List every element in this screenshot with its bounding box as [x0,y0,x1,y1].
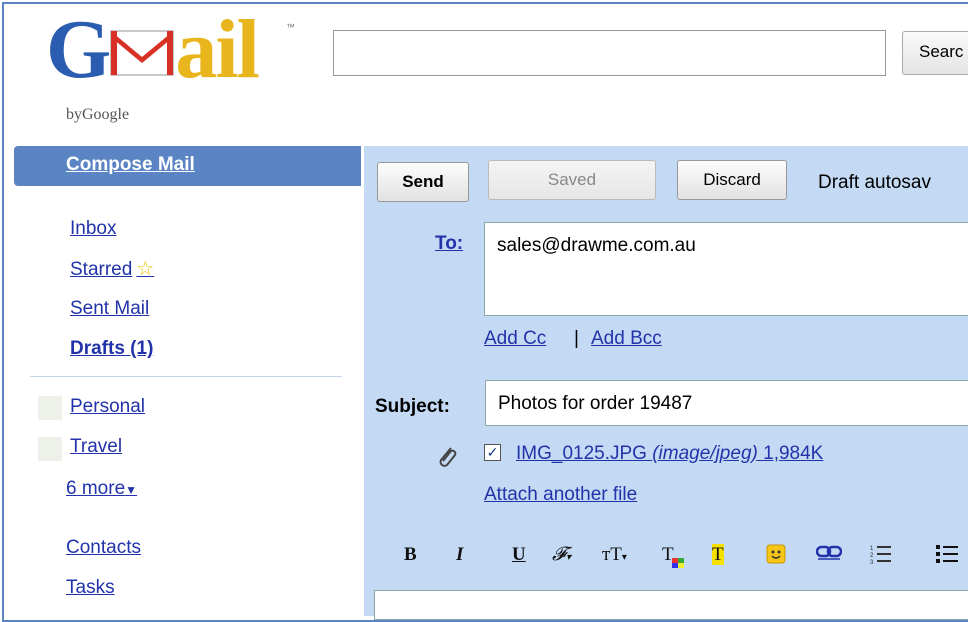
add-cc-link[interactable]: Add Cc [484,328,546,350]
font-button[interactable]: 𝓕▾ [552,544,571,566]
envelope-m-icon [109,8,175,76]
sidebar-item-inbox[interactable]: Inbox [70,218,116,240]
attachment-size: 1,984K [763,443,824,464]
link-button[interactable] [815,544,843,566]
text-size-icon: тT [602,544,622,565]
underline-button[interactable]: U [512,544,526,566]
search-input[interactable] [333,30,886,76]
numbered-list-button[interactable]: 1 2 3 [870,544,892,570]
subject-field[interactable]: Photos for order 19487 [485,380,968,426]
subject-field-value: Photos for order 19487 [498,393,693,414]
to-field[interactable]: sales@drawme.com.au [484,222,968,316]
bulleted-list-icon [936,545,958,563]
size-button[interactable]: тT▾ [602,544,627,566]
sidebar-item-drafts[interactable]: Drafts (1) [70,338,153,360]
cc-bcc-separator: | [574,328,579,349]
attachment-name: IMG_0125.JPG [516,443,647,464]
svg-text:1: 1 [870,546,874,552]
compose-mail-button[interactable]: Compose Mail [14,146,361,186]
attachment-type: (image/jpeg) [652,443,758,464]
label-color-swatch[interactable] [38,437,62,461]
emoticon-button[interactable] [766,544,786,570]
compose-mail-label: Compose Mail [66,154,195,175]
numbered-list-icon: 1 2 3 [870,546,891,566]
attachment-checkbox[interactable]: ✓ [484,444,501,461]
label-color-swatch[interactable] [38,396,62,420]
sidebar-item-contacts[interactable]: Contacts [66,537,141,559]
highlight-button[interactable]: T [712,544,724,566]
to-label-link[interactable]: To: [435,233,463,255]
search-mail-button[interactable]: Searc [902,31,968,75]
formatting-toolbar: B I U 𝓕▾ тT▾ T T 1 2 3 [374,530,968,580]
sidebar-label-travel[interactable]: Travel [70,436,122,458]
sidebar-item-sent-mail[interactable]: Sent Mail [70,298,149,320]
svg-text:2: 2 [870,553,874,559]
svg-text:3: 3 [870,560,874,564]
text-color-button[interactable]: T [662,544,684,568]
gmail-logo[interactable]: G ail ™ byGoogle [46,8,306,124]
autosave-status: Draft autosav [818,172,931,193]
by-google-label: byGoogle [66,106,130,123]
highlight-icon: T [712,544,724,565]
sidebar-item-label: Starred [70,259,133,280]
trademark-mark: ™ [286,22,295,32]
add-bcc-link[interactable]: Add Bcc [591,328,662,350]
discard-button[interactable]: Discard [677,160,787,200]
chevron-down-icon: ▼ [125,483,138,497]
paperclip-icon [436,444,458,476]
more-labels-label: 6 more [66,478,126,499]
send-button[interactable]: Send [377,162,469,202]
sidebar-divider [30,376,342,377]
attach-another-file-link[interactable]: Attach another file [484,484,637,506]
italic-button[interactable]: I [456,544,463,566]
attachment-link[interactable]: IMG_0125.JPG (image/jpeg) 1,984K [516,443,823,465]
chevron-down-icon: ▾ [621,552,627,563]
message-body-editor[interactable] [374,590,968,620]
font-icon: 𝓕 [552,544,567,565]
more-labels-link[interactable]: 6 more▼ [66,478,137,500]
saved-button[interactable]: Saved [488,160,656,200]
logo-wordmark: G ail [46,3,260,96]
star-icon: ☆ [136,258,155,280]
bold-button[interactable]: B [404,544,417,566]
subject-label: Subject: [375,396,450,417]
smiley-icon [766,544,786,564]
link-icon [815,545,843,560]
bulleted-list-button[interactable] [936,544,958,570]
sidebar-item-starred[interactable]: Starred ☆ [70,256,154,281]
sidebar-label-personal[interactable]: Personal [70,396,145,418]
chevron-down-icon: ▾ [566,552,572,563]
sidebar-item-tasks[interactable]: Tasks [66,577,115,599]
color-palette-icon [672,558,684,568]
to-field-value: sales@drawme.com.au [497,235,696,256]
